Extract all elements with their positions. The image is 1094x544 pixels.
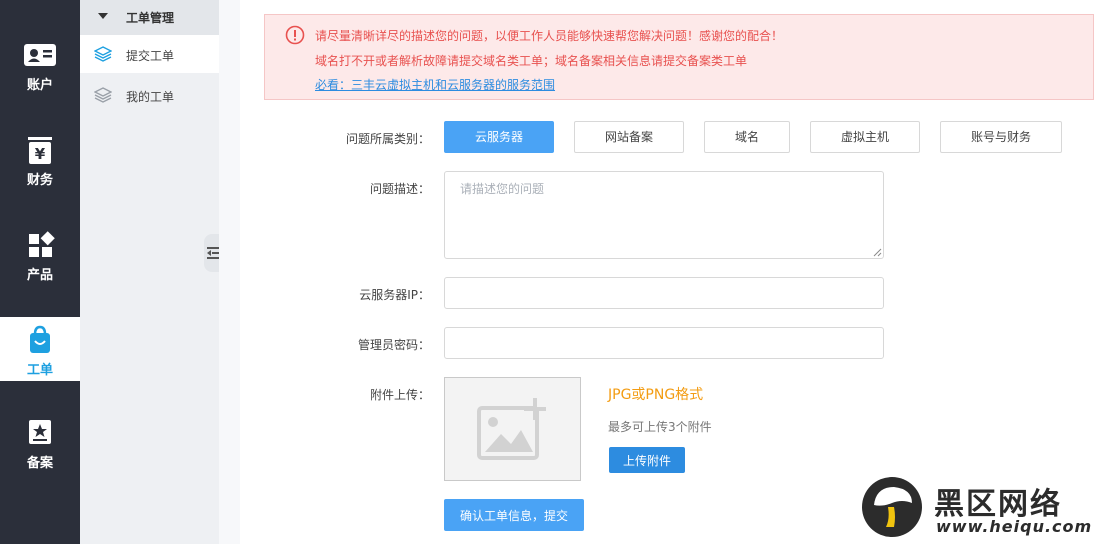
nav-item-label: 账户 <box>26 78 53 93</box>
content-gutter <box>219 0 240 544</box>
svg-text:¥: ¥ <box>35 145 46 163</box>
service-scope-link[interactable]: 必看：三丰云虚拟主机和云服务器的服务范围 <box>315 76 555 93</box>
collapse-left-icon <box>207 247 219 259</box>
category-account-finance-button[interactable]: 账号与财务 <box>940 121 1062 153</box>
nav-item-label: 财务 <box>26 173 53 188</box>
sidebar-item-submit-ticket[interactable]: 提交工单 <box>80 35 219 73</box>
sidebar-item-label: 提交工单 <box>126 49 175 63</box>
shopping-bag-icon <box>30 325 50 353</box>
grid-icon <box>29 231 55 257</box>
sidebar-item-label: 我的工单 <box>126 90 175 104</box>
category-domain-button[interactable]: 域名 <box>704 121 790 153</box>
format-hint: JPG或PNG格式 <box>608 387 704 403</box>
sidebar-item-my-tickets[interactable]: 我的工单 <box>80 76 219 114</box>
category-cloud-server-button[interactable]: 云服务器 <box>444 121 554 153</box>
submit-ticket-button[interactable]: 确认工单信息，提交 <box>444 499 584 531</box>
server-ip-input[interactable] <box>444 277 884 309</box>
main-nav-rail: 账户 ¥ 财务 产品 工单 备案 <box>0 0 80 544</box>
description-label: 问题描述： <box>369 182 430 196</box>
nav-item-label: 工单 <box>26 363 53 378</box>
attachment-limit-hint: 最多可上传3个附件 <box>608 420 712 434</box>
admin-password-input[interactable] <box>444 327 884 359</box>
star-badge-icon <box>29 420 51 444</box>
watermark-url: www.heiqu.com <box>936 517 1093 536</box>
watermark-mushroom-icon <box>862 477 922 537</box>
category-label: 问题所属类别： <box>345 132 430 146</box>
nav-item-filing[interactable]: 备案 <box>0 418 80 482</box>
caret-down-icon <box>98 13 108 19</box>
yuan-icon: ¥ <box>28 137 52 164</box>
nav-item-account[interactable]: 账户 <box>0 40 80 104</box>
sidebar-section-title: 工单管理 <box>126 11 175 25</box>
category-virtual-host-button[interactable]: 虚拟主机 <box>810 121 920 153</box>
ticket-sidebar: 工单管理 提交工单 我的工单 <box>80 0 219 544</box>
admin-password-label: 管理员密码： <box>357 338 430 352</box>
sidebar-collapse-toggle[interactable] <box>204 234 219 272</box>
resize-grip-icon[interactable] <box>872 247 882 257</box>
attachment-label: 附件上传： <box>369 388 430 402</box>
sidebar-section-ticket-management[interactable]: 工单管理 <box>80 0 219 35</box>
category-website-filing-button[interactable]: 网站备案 <box>574 121 684 153</box>
nav-item-label: 产品 <box>26 268 53 283</box>
nav-item-tickets[interactable]: 工单 <box>0 317 80 381</box>
nav-item-label: 备案 <box>26 456 53 471</box>
attachment-dropzone[interactable] <box>444 377 581 481</box>
server-ip-label: 云服务器IP： <box>359 288 430 302</box>
warning-icon <box>285 25 305 45</box>
description-textarea[interactable] <box>444 171 884 259</box>
add-image-icon <box>477 398 546 460</box>
layers-icon <box>94 87 112 103</box>
alert-text-line1: 请尽量清晰详尽的描述您的问题，以便工作人员能够快速帮您解决问题！感谢您的配合！ <box>315 29 784 43</box>
upload-attachment-button[interactable]: 上传附件 <box>609 447 685 473</box>
id-card-icon <box>24 44 56 66</box>
watermark-logo: 黑区网络 www.heiqu.com <box>862 477 1091 539</box>
nav-item-products[interactable]: 产品 <box>0 230 80 294</box>
notice-alert: 请尽量清晰详尽的描述您的问题，以便工作人员能够快速帮您解决问题！感谢您的配合！ … <box>264 14 1094 100</box>
layers-icon <box>94 46 112 62</box>
nav-item-finance[interactable]: ¥ 财务 <box>0 135 80 199</box>
alert-text-line2: 域名打不开或者解析故障请提交域名类工单；域名备案相关信息请提交备案类工单 <box>315 54 748 68</box>
